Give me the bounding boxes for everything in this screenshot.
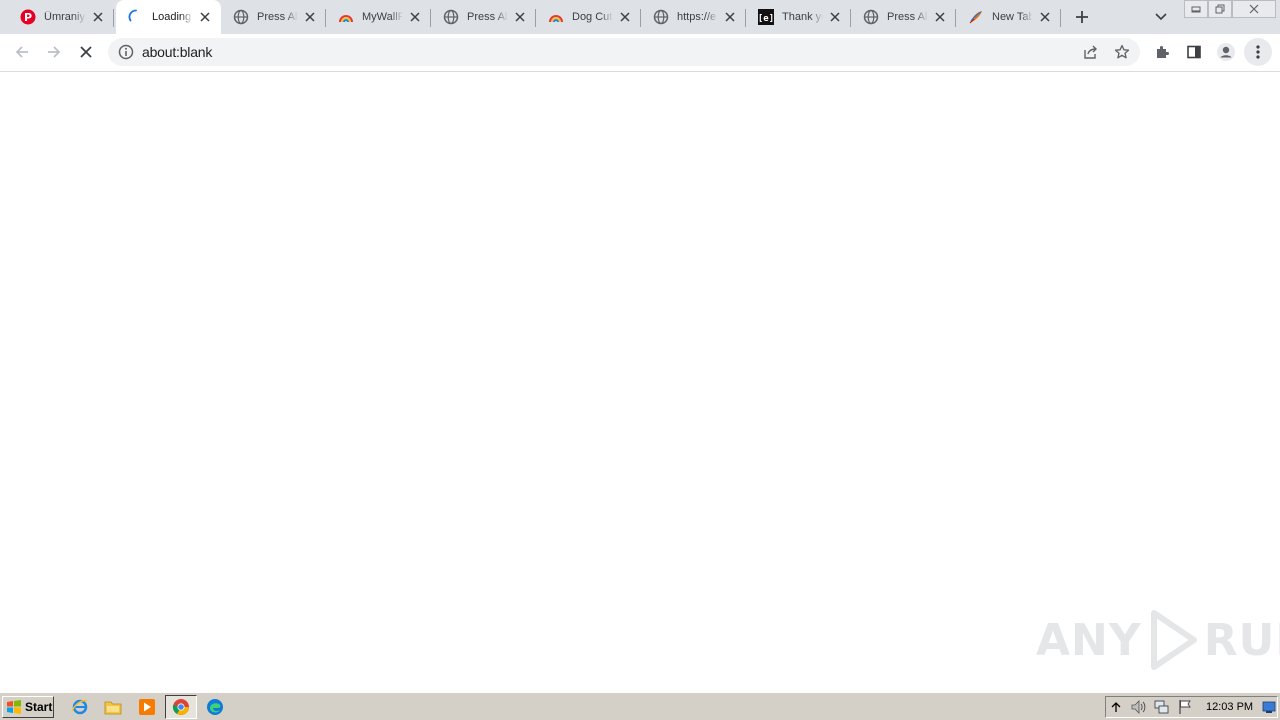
action-center-flag-icon[interactable] bbox=[1177, 699, 1193, 715]
start-button[interactable]: Start bbox=[2, 696, 54, 718]
close-icon[interactable] bbox=[407, 9, 423, 25]
play-icon bbox=[1150, 610, 1197, 670]
close-icon[interactable] bbox=[617, 9, 633, 25]
extensions-button[interactable] bbox=[1148, 38, 1176, 66]
tab-title: MyWallPaper bbox=[362, 11, 403, 23]
tab-strip: P Ümraniye Loading... Press Allow MyWall… bbox=[0, 0, 1280, 34]
globe-icon bbox=[233, 9, 249, 25]
page-viewport bbox=[0, 72, 1280, 692]
avatar-icon bbox=[1217, 43, 1235, 61]
tab-separator bbox=[113, 9, 114, 27]
tab-new-tab[interactable]: New Tab bbox=[956, 0, 1061, 34]
star-icon bbox=[1114, 44, 1130, 59]
windows-logo-icon bbox=[7, 700, 21, 714]
kebab-menu-icon bbox=[1256, 45, 1260, 59]
pinterest-icon: P bbox=[20, 9, 36, 25]
tab-dog-cute[interactable]: Dog Cute bbox=[536, 0, 641, 34]
arrow-right-icon bbox=[48, 46, 61, 58]
minimize-icon bbox=[1191, 6, 1201, 13]
address-bar[interactable]: about:blank bbox=[108, 38, 1140, 66]
restore-button[interactable] bbox=[1208, 0, 1232, 18]
tab-title: https://e bbox=[677, 11, 717, 23]
watermark-text-left: ANY bbox=[1036, 614, 1142, 666]
feather-icon bbox=[968, 9, 984, 25]
loading-spinner-icon bbox=[128, 9, 144, 25]
menu-button[interactable] bbox=[1244, 38, 1272, 66]
rainbow-icon bbox=[338, 9, 354, 25]
system-tray: 12:03 PM bbox=[1105, 696, 1278, 718]
tab-title: Loading... bbox=[152, 11, 193, 23]
show-desktop-icon[interactable] bbox=[1261, 699, 1277, 715]
tab-thank-you[interactable]: [e] Thank you bbox=[746, 0, 851, 34]
close-icon[interactable] bbox=[197, 9, 213, 25]
globe-icon bbox=[443, 9, 459, 25]
svg-text:[e]: [e] bbox=[758, 14, 774, 24]
close-icon bbox=[80, 46, 92, 58]
close-icon[interactable] bbox=[722, 9, 738, 25]
browser-toolbar: about:blank bbox=[0, 34, 1280, 72]
globe-icon bbox=[863, 9, 879, 25]
start-label: Start bbox=[25, 700, 53, 714]
tab-press-allow-2[interactable]: Press Allow bbox=[431, 0, 536, 34]
internet-explorer-icon[interactable] bbox=[70, 697, 90, 717]
tab-loading[interactable]: Loading... bbox=[116, 0, 221, 34]
windows-taskbar: Start 12:03 PM bbox=[0, 692, 1280, 720]
tab-title: Ümraniye bbox=[44, 11, 86, 23]
tab-title: Press Allow bbox=[257, 11, 298, 23]
tab-title: Thank you bbox=[782, 11, 823, 23]
network-icon[interactable] bbox=[1153, 699, 1169, 715]
share-icon bbox=[1084, 45, 1097, 59]
show-hidden-icons-icon[interactable] bbox=[1108, 699, 1124, 715]
restore-icon bbox=[1215, 4, 1225, 14]
plus-icon bbox=[1076, 11, 1088, 23]
close-icon[interactable] bbox=[302, 9, 318, 25]
rainbow-icon bbox=[548, 9, 564, 25]
file-explorer-icon[interactable] bbox=[103, 697, 123, 717]
bracket-e-icon: [e] bbox=[758, 9, 774, 25]
new-tab-button[interactable] bbox=[1072, 7, 1092, 27]
url-text[interactable]: about:blank bbox=[142, 38, 212, 66]
tab-title: Press Allow bbox=[887, 11, 928, 23]
edge-icon[interactable] bbox=[205, 697, 225, 717]
profile-button[interactable] bbox=[1212, 38, 1240, 66]
share-button[interactable] bbox=[1080, 42, 1100, 62]
watermark-text-right: RUN bbox=[1203, 614, 1280, 666]
forward-button[interactable] bbox=[40, 38, 68, 66]
side-panel-button[interactable] bbox=[1180, 38, 1208, 66]
chevron-down-icon bbox=[1155, 13, 1167, 21]
clock[interactable]: 12:03 PM bbox=[1206, 697, 1253, 717]
tab-title: Press Allow bbox=[467, 11, 508, 23]
info-icon[interactable] bbox=[118, 44, 134, 60]
media-player-icon[interactable] bbox=[137, 697, 157, 717]
minimize-button[interactable] bbox=[1184, 0, 1208, 18]
tab-separator bbox=[1060, 9, 1061, 27]
close-icon[interactable] bbox=[827, 9, 843, 25]
close-icon[interactable] bbox=[90, 9, 106, 25]
anyrun-watermark: ANY RUN bbox=[1036, 605, 1280, 675]
back-button[interactable] bbox=[8, 38, 36, 66]
tab-mywallpaper[interactable]: MyWallPaper bbox=[326, 0, 431, 34]
bookmark-button[interactable] bbox=[1112, 42, 1132, 62]
tab-pinterest[interactable]: P Ümraniye bbox=[8, 0, 114, 34]
tab-search-button[interactable] bbox=[1151, 7, 1171, 27]
arrow-left-icon bbox=[15, 46, 28, 58]
tab-https[interactable]: https://e bbox=[641, 0, 746, 34]
close-icon bbox=[1249, 4, 1259, 14]
tab-title: Dog Cute bbox=[572, 11, 613, 23]
tab-press-allow-1[interactable]: Press Allow bbox=[221, 0, 326, 34]
stop-button[interactable] bbox=[72, 38, 100, 66]
volume-icon[interactable] bbox=[1130, 699, 1146, 715]
globe-icon bbox=[653, 9, 669, 25]
puzzle-icon bbox=[1157, 46, 1169, 58]
svg-text:P: P bbox=[24, 11, 32, 24]
chrome-icon[interactable] bbox=[171, 697, 191, 717]
tab-press-allow-3[interactable]: Press Allow bbox=[851, 0, 956, 34]
close-icon[interactable] bbox=[932, 9, 948, 25]
close-icon[interactable] bbox=[512, 9, 528, 25]
close-window-button[interactable] bbox=[1232, 0, 1276, 18]
close-icon[interactable] bbox=[1037, 9, 1053, 25]
side-panel-icon bbox=[1187, 45, 1201, 59]
tab-title: New Tab bbox=[992, 11, 1033, 23]
